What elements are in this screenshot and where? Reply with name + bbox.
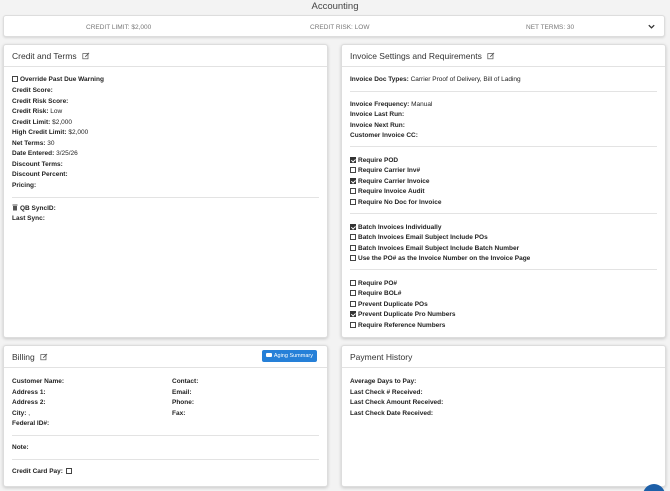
credit-card-pay-row[interactable]: Credit Card Pay:: [12, 467, 74, 476]
credit-limit-summary: CREDIT LIMIT: $2,000: [86, 24, 152, 31]
require-carrier-inv-checkbox[interactable]: [350, 167, 356, 173]
checkbox-row[interactable]: Require Reference Numbers: [350, 321, 445, 330]
checkbox-row[interactable]: Batch Invoices Email Subject Include Bat…: [350, 244, 519, 253]
divider: [12, 197, 319, 198]
net-terms-summary: NET TERMS: 30: [526, 24, 575, 31]
credit-risk-summary: CREDIT RISK: LOW: [310, 24, 370, 31]
billing-field: City: ,: [12, 409, 31, 417]
payment-field: Average Days to Pay:: [350, 378, 417, 385]
prevent-duplicate-pro-checkbox[interactable]: [350, 311, 356, 317]
checkbox-row[interactable]: Require POD: [350, 156, 398, 165]
credit-terms-header: Credit and Terms: [4, 45, 327, 67]
invoice-last-run-row: Invoice Last Run:: [350, 111, 405, 118]
payment-history-title: Payment History: [350, 352, 413, 362]
require-carrier-invoice-checkbox[interactable]: [350, 177, 356, 184]
billing-card: Billing Aging Summary Customer Name: Add…: [3, 345, 328, 487]
billing-field: Address 1:: [12, 388, 46, 396]
invoice-settings-card: Invoice Settings and Requirements Invoic…: [341, 44, 666, 338]
divider: [350, 269, 657, 270]
checkbox-row[interactable]: Prevent Duplicate Pro Numbers: [350, 311, 456, 319]
billing-field: Federal ID#:: [12, 420, 50, 427]
edit-icon[interactable]: [487, 52, 495, 60]
billing-header: Billing Aging Summary: [4, 346, 327, 368]
checkbox-row[interactable]: Require Carrier Invoice: [350, 177, 430, 186]
divider: [350, 213, 657, 214]
account-summary-bar[interactable]: CREDIT LIMIT: $2,000 CREDIT RISK: LOW NE…: [3, 15, 665, 37]
use-po-as-invoice-number-checkbox[interactable]: [350, 255, 356, 261]
checkbox-row[interactable]: Batch Invoices Email Subject Include POs: [350, 234, 488, 242]
chevron-down-icon[interactable]: [647, 22, 656, 31]
billing-field: Customer Name:: [12, 378, 65, 385]
override-past-due-row[interactable]: Override Past Due Warning: [12, 76, 104, 84]
require-po-checkbox[interactable]: [350, 279, 356, 286]
note-row: Note:: [12, 444, 29, 451]
invoice-next-run-row: Invoice Next Run:: [350, 121, 405, 129]
credit-field-row: Discount Percent:: [12, 171, 68, 178]
credit-field-row: Date Entered: 3/25/26: [12, 150, 78, 157]
batch-email-pos-checkbox[interactable]: [350, 234, 356, 240]
batch-individually-checkbox[interactable]: [350, 223, 356, 230]
payment-field: Last Check Date Received:: [350, 409, 434, 417]
payment-history-header: Payment History: [342, 346, 665, 368]
payment-field: Last Check Amount Received:: [350, 399, 444, 406]
batch-email-batch-number-checkbox[interactable]: [350, 244, 356, 251]
invoice-frequency-row: Invoice Frequency: Manual: [350, 100, 433, 108]
require-pod-checkbox[interactable]: [350, 156, 356, 163]
billing-field: Contact:: [172, 378, 199, 385]
divider: [350, 146, 657, 147]
invoice-settings-header: Invoice Settings and Requirements: [342, 45, 665, 67]
billing-title: Billing: [12, 352, 35, 362]
checkbox-row[interactable]: Require No Doc for Invoice: [350, 198, 441, 207]
require-no-doc-checkbox[interactable]: [350, 198, 356, 205]
credit-field-row: Pricing:: [12, 181, 37, 189]
checkbox-row[interactable]: Batch Invoices Individually: [350, 223, 441, 232]
card-icon: [265, 353, 272, 357]
credit-terms-title: Credit and Terms: [12, 51, 77, 61]
billing-field: Email:: [172, 388, 192, 396]
checkbox-row[interactable]: Prevent Duplicate POs: [350, 300, 428, 309]
divider: [350, 91, 657, 92]
credit-card-pay-checkbox[interactable]: [65, 467, 72, 474]
aging-summary-label: Aging Summary: [273, 353, 313, 359]
credit-terms-card: Credit and Terms Override Past Due Warni…: [3, 44, 328, 338]
payment-field: Last Check # Received:: [350, 388, 423, 396]
require-invoice-audit-checkbox[interactable]: [350, 188, 356, 194]
credit-field-row: Credit Score:: [12, 87, 53, 94]
require-reference-numbers-checkbox[interactable]: [350, 321, 356, 328]
qb-sync-label: QB SyncID:: [20, 205, 56, 212]
prevent-duplicate-pos-checkbox[interactable]: [350, 300, 356, 307]
qb-sync-row: QB SyncID:: [12, 204, 56, 213]
payment-history-card: Payment History Average Days to Pay: Las…: [341, 345, 666, 487]
checkbox-row[interactable]: Require BOL#: [350, 290, 401, 298]
credit-field-row: Net Terms: 30: [12, 139, 55, 147]
divider: [12, 459, 319, 460]
credit-field-row: Discount Terms:: [12, 160, 63, 168]
credit-field-row: Credit Risk Score:: [12, 97, 69, 105]
credit-field-row: High Credit Limit: $2,000: [12, 129, 89, 136]
divider: [12, 435, 319, 436]
require-bol-checkbox[interactable]: [350, 290, 356, 296]
edit-icon[interactable]: [82, 52, 90, 60]
billing-field: Phone:: [172, 399, 195, 406]
doc-types-row: Invoice Doc Types: Carrier Proof of Deli…: [350, 76, 521, 83]
credit-field-row: Credit Risk: Low: [12, 108, 63, 115]
invoice-settings-title: Invoice Settings and Requirements: [350, 51, 482, 61]
customer-invoice-cc-row: Customer Invoice CC:: [350, 132, 418, 139]
credit-field-row: Credit Limit: $2,000: [12, 118, 72, 126]
edit-icon[interactable]: [40, 353, 48, 361]
checkbox-row[interactable]: Require PO#: [350, 279, 397, 288]
checkbox-row[interactable]: Use the PO# as the Invoice Number on the…: [350, 255, 530, 263]
trash-icon[interactable]: [12, 204, 18, 211]
override-past-due-label: Override Past Due Warning: [20, 76, 104, 83]
checkbox-row[interactable]: Require Carrier Inv#: [350, 167, 420, 175]
aging-summary-button[interactable]: Aging Summary: [261, 350, 317, 362]
billing-field: Address 2:: [12, 399, 46, 406]
override-past-due-checkbox[interactable]: [12, 76, 18, 82]
checkbox-row[interactable]: Require Invoice Audit: [350, 188, 425, 196]
last-sync-row: Last Sync:: [12, 214, 45, 222]
page-title: Accounting: [311, 1, 359, 12]
billing-field: Fax:: [172, 409, 186, 417]
